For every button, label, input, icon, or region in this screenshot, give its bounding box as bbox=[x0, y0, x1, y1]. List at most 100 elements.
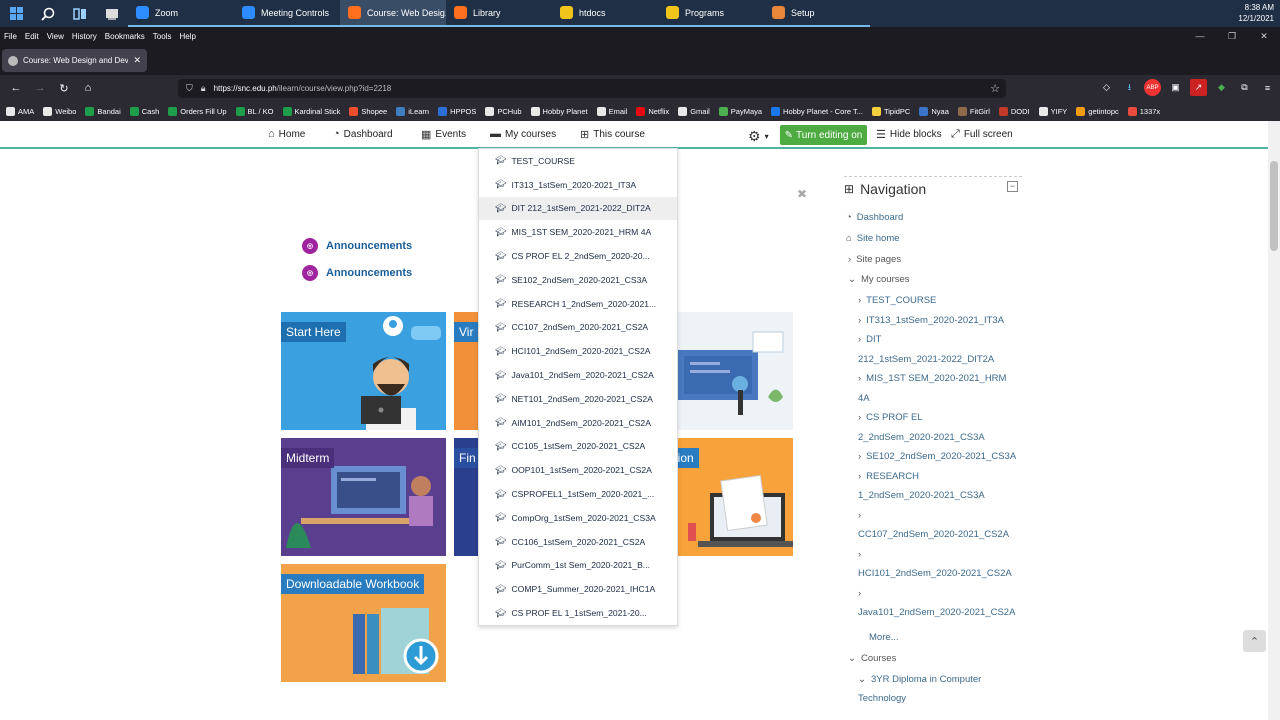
nav-course-item[interactable]: › MIS_1ST SEM_2020-2021_HRM bbox=[858, 369, 1006, 389]
bookmark-item[interactable]: Cash bbox=[129, 106, 159, 116]
adblock-icon[interactable]: ABP bbox=[1144, 79, 1161, 96]
course-dropdown-item[interactable]: 🎓︎ CC105_1stSem_2020-2021_CS2A bbox=[479, 435, 677, 459]
course-dropdown-item[interactable]: 🎓︎ DIT 212_1stSem_2021-2022_DIT2A bbox=[479, 196, 677, 221]
task-view-icon[interactable] bbox=[64, 0, 96, 27]
nav-home[interactable]: ⌂ Home bbox=[268, 128, 305, 140]
announcements-link[interactable]: ◎ Announcements bbox=[302, 238, 412, 254]
puzzle-extension-icon[interactable]: ⧉ bbox=[1236, 79, 1253, 96]
nav-course-item[interactable]: › CS PROF EL bbox=[858, 408, 923, 428]
nav-course-item[interactable]: › bbox=[858, 584, 866, 604]
bookmark-item[interactable]: FitGirl bbox=[957, 106, 990, 116]
nav-dashboard[interactable]: ◔ Dashboard bbox=[333, 128, 393, 140]
back-icon[interactable]: ← bbox=[4, 82, 28, 94]
tile-start-here[interactable]: Start Here bbox=[281, 312, 446, 430]
course-dropdown-item[interactable]: 🎓︎ IT313_1stSem_2020-2021_IT3A bbox=[479, 173, 677, 197]
nav-course-item[interactable]: › DIT bbox=[858, 330, 881, 350]
bookmark-item[interactable]: TipidPC bbox=[871, 106, 910, 116]
menu-item[interactable]: View bbox=[47, 32, 64, 41]
back-to-top-button[interactable]: ⌃ bbox=[1243, 630, 1266, 652]
tracking-shield-icon[interactable]: ⛉ bbox=[186, 83, 193, 94]
bookmark-item[interactable]: PCHub bbox=[485, 106, 522, 116]
bookmark-item[interactable]: HPPOS bbox=[438, 106, 476, 116]
menu-item[interactable]: History bbox=[72, 32, 97, 41]
reload-icon[interactable]: ↻ bbox=[52, 82, 76, 95]
bookmark-item[interactable]: 1337x bbox=[1127, 106, 1160, 116]
taskbar-app[interactable]: Library bbox=[446, 0, 552, 27]
nav-course-item[interactable]: › SE102_2ndSem_2020-2021_CS3A bbox=[858, 447, 1016, 467]
nav-course-item-cont[interactable]: 1_2ndSem_2020-2021_CS3A bbox=[858, 486, 985, 506]
full-screen-button[interactable]: ⤢ Full screen bbox=[951, 128, 1013, 141]
course-dropdown-item[interactable]: 🎓︎ SE102_2ndSem_2020-2021_CS3A bbox=[479, 268, 677, 292]
nav-course-item-cont[interactable]: HCI101_2ndSem_2020-2021_CS2A bbox=[858, 564, 1012, 584]
hide-blocks-button[interactable]: ☰ Hide blocks bbox=[876, 128, 942, 141]
page-scrollbar[interactable] bbox=[1268, 121, 1280, 720]
course-dropdown-item[interactable]: 🎓︎ AIM101_2ndSem_2020-2021_CS2A bbox=[479, 411, 677, 435]
bookmark-item[interactable]: BL / KO bbox=[235, 106, 274, 116]
nav-course-item-cont[interactable]: Java101_2ndSem_2020-2021_CS2A bbox=[858, 603, 1015, 623]
bookmark-item[interactable]: Gmail bbox=[678, 106, 710, 116]
menu-item[interactable]: Tools bbox=[153, 32, 172, 41]
course-dropdown-item[interactable]: 🎓︎ NET101_2ndSem_2020-2021_CS2A bbox=[479, 387, 677, 411]
taskbar-app[interactable]: Setup bbox=[764, 0, 870, 27]
lock-icon[interactable]: 🔒︎ bbox=[201, 83, 206, 94]
bookmark-item[interactable]: Hobby Planet bbox=[530, 106, 588, 116]
course-dropdown-item[interactable]: 🎓︎ CompOrg_1stSem_2020-2021_CS3A bbox=[479, 506, 677, 530]
nav-course-item[interactable]: › TEST_COURSE bbox=[858, 291, 936, 311]
course-dropdown-item[interactable]: 🎓︎ Java101_2ndSem_2020-2021_CS2A bbox=[479, 363, 677, 387]
nav-my-courses[interactable]: ▬ My courses bbox=[490, 128, 556, 140]
nav-course-item-cont[interactable]: 4A bbox=[858, 389, 870, 409]
browser-tab[interactable]: Course: Web Design and Devel ✕ bbox=[2, 49, 147, 72]
leaf-extension-icon[interactable]: ◆ bbox=[1213, 79, 1230, 96]
download-icon[interactable]: ⭳ bbox=[1121, 79, 1138, 96]
bookmark-item[interactable]: Email bbox=[596, 106, 627, 116]
nav-course-item[interactable]: › bbox=[858, 506, 866, 526]
bookmark-star-icon[interactable]: ☆ bbox=[990, 82, 1000, 95]
turn-editing-on-button[interactable]: ✎ Turn editing on bbox=[780, 125, 867, 145]
home-icon[interactable]: ⌂ bbox=[76, 82, 100, 94]
nav-course-item[interactable]: › RESEARCH bbox=[858, 467, 919, 487]
course-dropdown-item[interactable]: 🎓︎ RESEARCH 1_2ndSem_2020-2021... bbox=[479, 292, 677, 316]
taskbar-app[interactable]: htdocs bbox=[552, 0, 658, 27]
tab-close-icon[interactable]: ✕ bbox=[133, 55, 141, 66]
restore-icon[interactable]: ❐ bbox=[1216, 27, 1248, 45]
course-dropdown-item[interactable]: 🎓︎ CS PROF EL 1_1stSem_2021-20... bbox=[479, 601, 677, 625]
menu-item[interactable]: File bbox=[4, 32, 17, 41]
extension-icon[interactable]: ▣ bbox=[1167, 79, 1184, 96]
windows-start-icon[interactable] bbox=[0, 0, 32, 27]
nav-course-item-cont[interactable]: 212_1stSem_2021-2022_DIT2A bbox=[858, 350, 994, 370]
menu-item[interactable]: Bookmarks bbox=[105, 32, 145, 41]
pocket-icon[interactable]: ◇ bbox=[1098, 79, 1115, 96]
course-dropdown-item[interactable]: 🎓︎ HCI101_2ndSem_2020-2021_CS2A bbox=[479, 339, 677, 363]
nav-course-item[interactable]: › bbox=[858, 545, 866, 565]
bookmark-item[interactable]: Hobby Planet - Core T... bbox=[771, 106, 863, 116]
nav-this-course[interactable]: ⊞ This course bbox=[580, 128, 645, 141]
course-dropdown-item[interactable]: 🎓︎ OOP101_1stSem_2020-2021_CS2A bbox=[479, 458, 677, 482]
course-dropdown-item[interactable]: 🎓︎ CSPROFEL1_1stSem_2020-2021_... bbox=[479, 482, 677, 506]
bookmark-item[interactable]: Bandai bbox=[85, 106, 121, 116]
url-bar[interactable]: ⛉ 🔒︎ https://snc.edu.ph/ilearn/course/vi… bbox=[178, 79, 1006, 98]
close-window-icon[interactable]: ✕ bbox=[1248, 27, 1280, 45]
menu-item[interactable]: Edit bbox=[25, 32, 39, 41]
system-clock[interactable]: 8:38 AM 12/1/2021 bbox=[1238, 2, 1274, 24]
settings-menu[interactable]: ⚙ ▾ bbox=[748, 128, 769, 145]
menu-item[interactable]: Help bbox=[179, 32, 195, 41]
taskbar-app[interactable]: Zoom bbox=[128, 0, 234, 27]
taskbar-app[interactable]: Course: Web Desig... bbox=[340, 0, 446, 27]
bookmark-item[interactable]: DODI bbox=[998, 106, 1030, 116]
video-downloader-icon[interactable]: ↗ bbox=[1190, 79, 1207, 96]
bookmark-item[interactable]: Nyaa bbox=[919, 106, 949, 116]
taskbar-app[interactable]: Meeting Controls bbox=[234, 0, 340, 27]
course-dropdown-item[interactable]: 🎓︎ PurComm_1st Sem_2020-2021_B... bbox=[479, 554, 677, 578]
desktop-app-icon[interactable] bbox=[96, 0, 128, 27]
course-dropdown-item[interactable]: 🎓︎ CS PROF EL 2_2ndSem_2020-20... bbox=[479, 244, 677, 268]
course-dropdown-item[interactable]: 🎓︎ TEST_COURSE bbox=[479, 149, 677, 173]
bookmark-item[interactable]: Weibo bbox=[43, 106, 76, 116]
nav-dashboard-link[interactable]: ◔ Dashboard bbox=[846, 208, 903, 228]
nav-course-item-cont[interactable]: 2_2ndSem_2020-2021_CS3A bbox=[858, 428, 985, 448]
bookmark-item[interactable]: AMA bbox=[6, 106, 34, 116]
close-icon[interactable]: ✖ bbox=[797, 187, 807, 201]
tile-downloadable-workbook[interactable]: Downloadable Workbook bbox=[281, 564, 446, 682]
search-icon[interactable] bbox=[32, 0, 64, 27]
nav-site-home-link[interactable]: ⌂ Site home bbox=[846, 229, 900, 249]
scrollbar-thumb[interactable] bbox=[1270, 161, 1278, 251]
